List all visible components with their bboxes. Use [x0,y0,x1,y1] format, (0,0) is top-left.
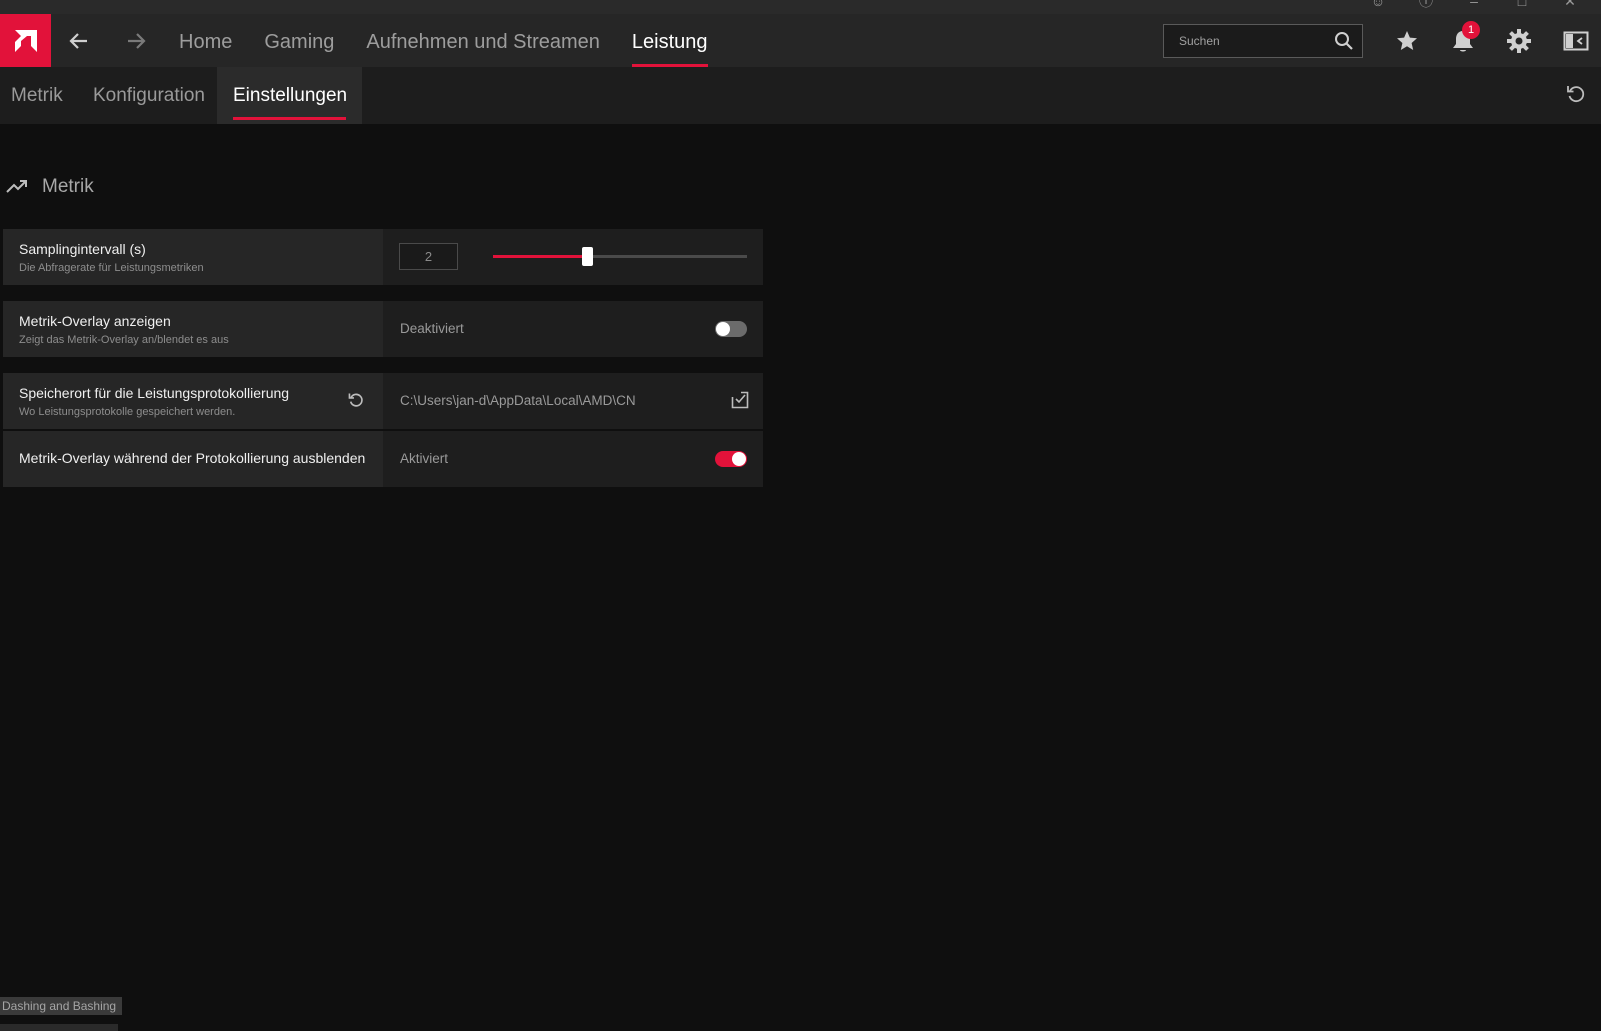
sampling-slider[interactable] [493,247,747,266]
setting-description: Die Abfragerate für Leistungsmetriken [19,262,204,274]
section-title: Metrik [42,176,94,197]
footer-strip [0,1024,118,1031]
slider-fill [493,255,587,258]
tab-label: Einstellungen [233,85,348,106]
setting-hide-overlay-logging: Metrik-Overlay während der Protokollieru… [3,431,763,487]
sampling-value-input[interactable]: 2 [399,243,458,270]
forward-button[interactable] [121,26,151,56]
top-navigation-bar: Home Gaming Aufnehmen und Streamen Leist… [0,14,1601,67]
nav-performance[interactable]: Leistung [631,14,708,67]
feedback-icon[interactable]: ☺ [1367,0,1389,10]
nav-record-stream[interactable]: Aufnehmen und Streamen [366,14,600,67]
setting-label-area: Speicherort für die Leistungsprotokollie… [3,373,383,429]
star-icon [1397,31,1417,50]
close-button[interactable]: ✕ [1559,0,1581,10]
gear-icon [1507,29,1531,53]
sub-tab-bar: Metrik Konfiguration Einstellungen [0,67,1601,124]
maximize-button[interactable]: □ [1511,0,1533,10]
active-tab-underline [233,117,346,120]
tab-label: Konfiguration [93,85,205,106]
setting-log-location: Speicherort für die Leistungsprotokollie… [3,373,763,429]
setting-description: Wo Leistungsprotokolle gespeichert werde… [19,406,236,418]
reset-log-location-button[interactable] [347,391,365,414]
toggle-state-label: Deaktiviert [400,321,464,336]
folder-select-icon [731,391,749,409]
section-header: Metrik [6,173,94,201]
setting-sampling-interval: Samplingintervall (s) Die Abfragerate fü… [3,229,763,285]
toggle-knob [716,322,730,336]
search-box [1163,24,1363,58]
setting-title: Speicherort für die Leistungsprotokollie… [19,385,290,401]
slider-thumb[interactable] [581,247,593,266]
setting-label-area: Metrik-Overlay während der Protokollieru… [3,431,383,487]
settings-button[interactable] [1503,25,1535,57]
main-nav: Home Gaming Aufnehmen und Streamen Leist… [179,14,740,67]
sidebar-toggle-button[interactable] [1560,25,1592,57]
setting-control-area: 2 [383,229,763,285]
toggle-knob [732,452,746,466]
arrow-right-icon [128,33,146,49]
search-input[interactable] [1164,25,1324,57]
browse-folder-button[interactable] [731,391,749,414]
window-title-bar: ☺ ⓘ – □ ✕ [0,0,1601,14]
log-path-value: C:\Users\jan-d\AppData\Local\AMD\CN [400,393,636,408]
search-icon[interactable] [1334,31,1354,51]
window-controls: ☺ ⓘ – □ ✕ [1367,0,1581,10]
tab-settings[interactable]: Einstellungen [217,67,362,124]
setting-show-overlay: Metrik-Overlay anzeigen Zeigt das Metrik… [3,301,763,357]
panel-icon [1563,31,1589,51]
toggle-state-label: Aktiviert [400,451,449,466]
setting-label-area: Samplingintervall (s) Die Abfragerate fü… [3,229,383,285]
trending-up-icon [6,180,27,193]
setting-control-area: C:\Users\jan-d\AppData\Local\AMD\CN [383,373,763,429]
setting-description: Zeigt das Metrik-Overlay an/blendet es a… [19,334,229,346]
notifications-button[interactable]: 1 [1447,21,1480,57]
info-icon[interactable]: ⓘ [1415,0,1437,10]
nav-gaming[interactable]: Gaming [264,14,334,67]
hide-overlay-toggle[interactable] [715,451,747,467]
reset-icon [1567,86,1585,103]
back-button[interactable] [64,26,94,56]
amd-logo[interactable] [0,14,51,67]
footer-label: Dashing and Bashing [0,997,123,1015]
amd-logo-icon [14,29,37,52]
reset-icon [348,393,363,407]
setting-title: Metrik-Overlay während der Protokollieru… [19,450,366,466]
setting-title: Metrik-Overlay anzeigen [19,313,171,329]
reset-all-button[interactable] [1565,83,1587,110]
nav-home[interactable]: Home [179,14,232,67]
tab-configuration[interactable]: Konfiguration [93,67,205,124]
tab-label: Metrik [11,85,63,106]
show-overlay-toggle[interactable] [715,321,747,337]
setting-control-area: Deaktiviert [383,301,763,357]
minimize-button[interactable]: – [1463,0,1485,10]
setting-label-area: Metrik-Overlay anzeigen Zeigt das Metrik… [3,301,383,357]
arrow-left-icon [69,33,87,49]
favorites-button[interactable] [1391,25,1423,57]
setting-title: Samplingintervall (s) [19,241,146,257]
setting-control-area: Aktiviert [383,431,763,487]
tab-metrics[interactable]: Metrik [11,67,63,124]
notification-badge: 1 [1462,21,1480,39]
